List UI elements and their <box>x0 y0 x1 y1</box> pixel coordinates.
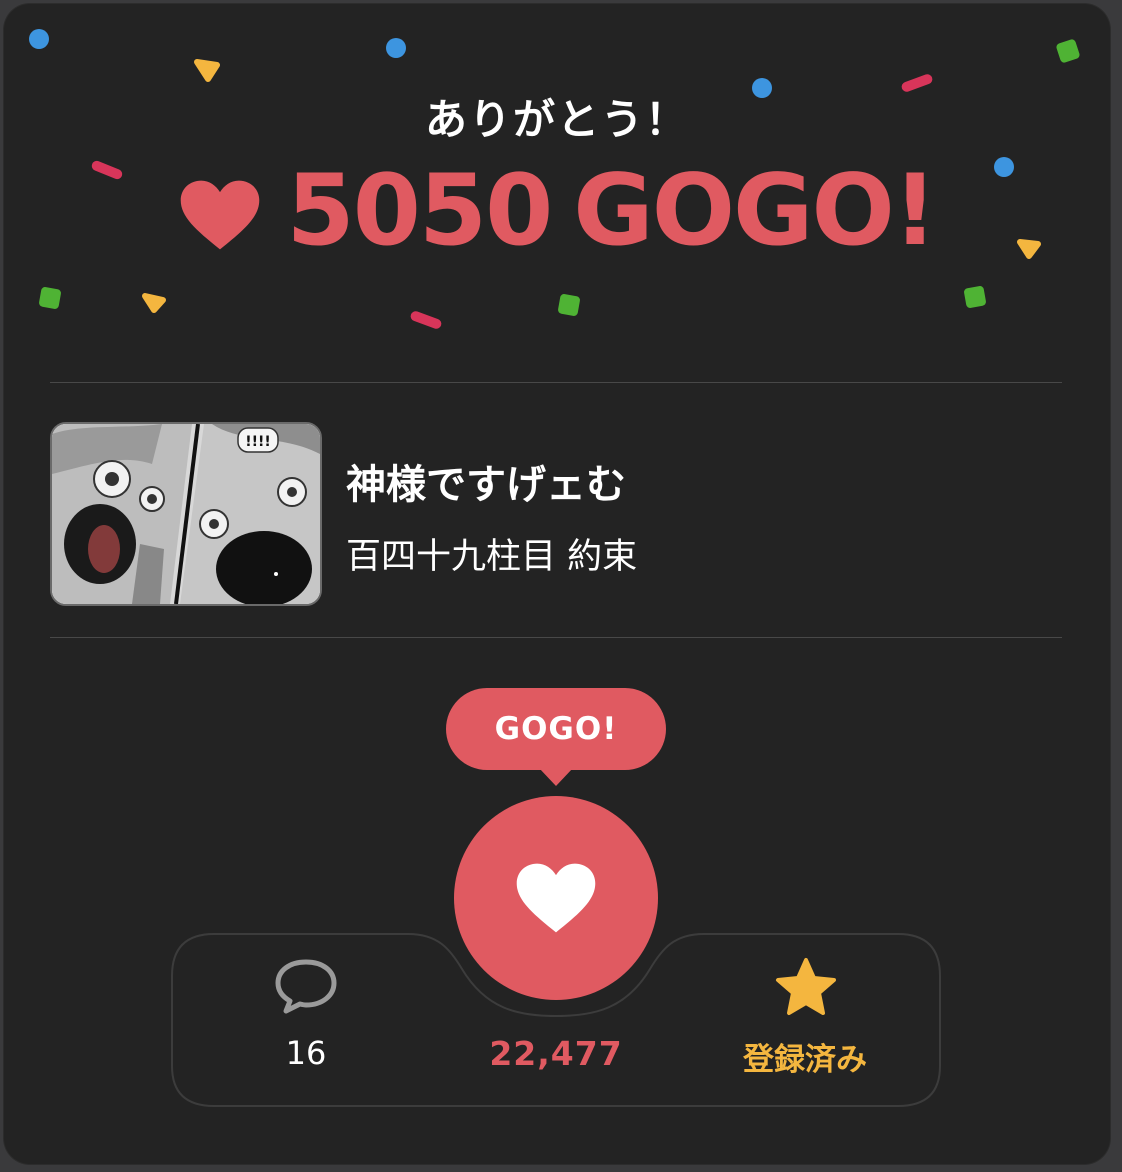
gogo-total-count: 22,477 <box>489 1034 623 1073</box>
thanks-message: ありがとう！ <box>424 95 689 144</box>
episode-title: 百四十九柱目 約束 <box>346 537 638 577</box>
gogo-tooltip-tail <box>539 768 573 786</box>
divider <box>50 382 1062 383</box>
star-icon <box>776 958 836 1015</box>
divider <box>50 637 1062 638</box>
gogo-label: GOGO! <box>573 154 937 268</box>
manga-panel-image: !!!! <box>52 424 320 604</box>
heart-icon <box>516 863 596 933</box>
comment-button[interactable]: 16 <box>226 952 386 1082</box>
comment-count: 16 <box>285 1034 327 1072</box>
gogo-heart-button[interactable] <box>454 796 658 1000</box>
heart-icon <box>180 180 259 250</box>
svg-text:!!!!: !!!! <box>245 434 271 450</box>
gogo-result-card: ありがとう！ 5050 GOGO! !!!! 神様ですげェむ 百四十九柱目 約束… <box>4 4 1110 1164</box>
favorite-button[interactable]: 登録済み <box>722 952 888 1082</box>
series-title[interactable]: 神様ですげェむ <box>346 452 626 510</box>
gogo-headline: 5050 GOGO! <box>4 154 1110 268</box>
speech-bubble-icon <box>275 959 337 1014</box>
gogo-tooltip: GOGO! <box>446 688 666 770</box>
favorite-label: 登録済み <box>743 1042 867 1078</box>
manga-thumbnail[interactable]: !!!! <box>50 422 322 606</box>
gogo-count: 5050 <box>286 154 554 268</box>
